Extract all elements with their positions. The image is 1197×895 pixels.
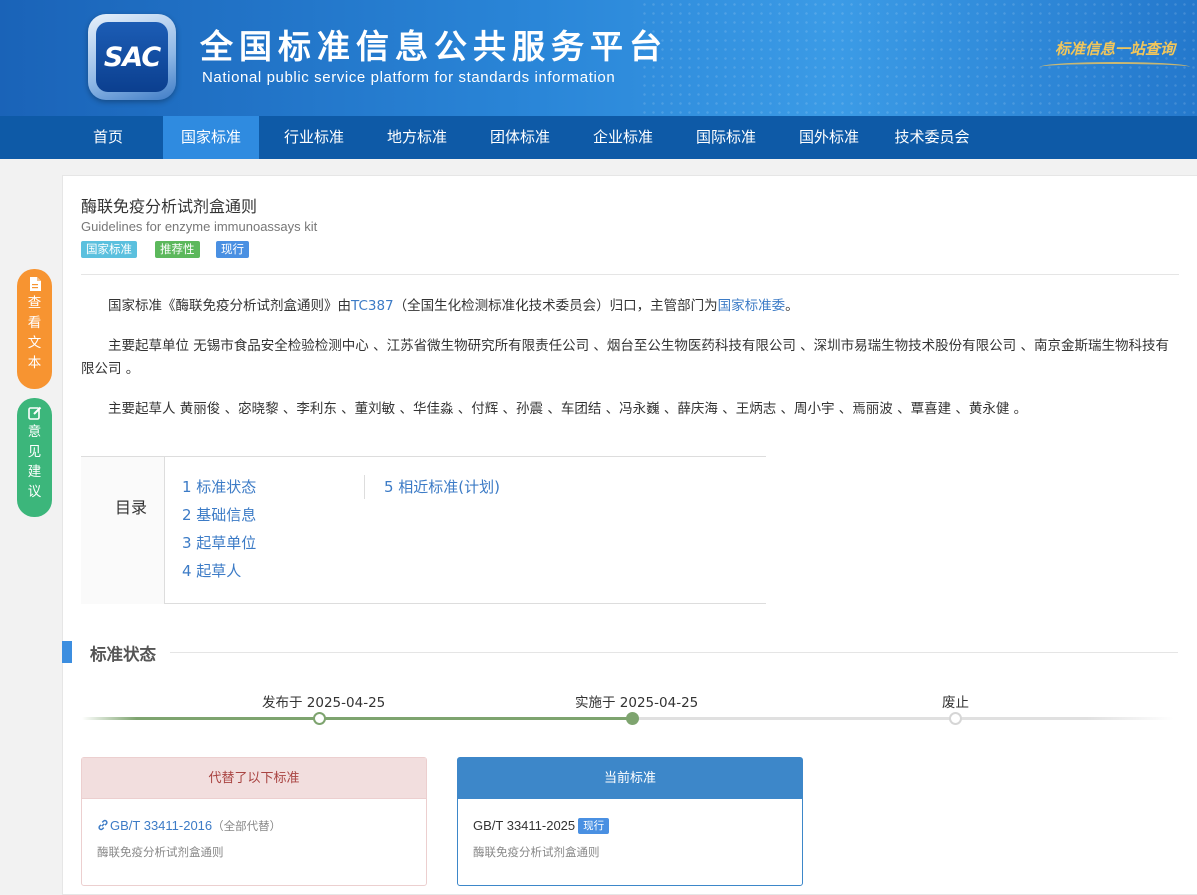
replaced-standard-name: 酶联免疫分析试剂盒通则 (97, 845, 224, 859)
main-nav: 首页 国家标准 行业标准 地方标准 团体标准 企业标准 国际标准 国外标准 技术… (0, 116, 1197, 159)
nav-item-national-standards[interactable]: 国家标准 (163, 116, 259, 159)
header-banner: SAC 全国标准信息公共服务平台 National public service… (0, 0, 1197, 116)
toc-item-drafting-units[interactable]: 3 起草单位 (182, 532, 256, 553)
drafting-units-paragraph: 主要起草单位 无锡市食品安全检验检测中心 、江苏省微生物研究所有限责任公司 、烟… (81, 338, 1169, 377)
timeline-implemented-label: 实施于 2025-04-25 (575, 695, 699, 711)
summary-middle: （全国生化检测标准化技术委员会）归口，主管部门为 (393, 298, 718, 314)
toc-item-basic-info[interactable]: 2 基础信息 (182, 504, 256, 525)
slogan-calligraphy: 标准信息一站查询 (1055, 40, 1176, 58)
section-title-status: 标准状态 (90, 645, 156, 664)
summary-suffix: 。 (785, 298, 799, 314)
current-standard-panel: 当前标准 GB/T 33411-2025 现行 酶联免疫分析试剂盒通则 (457, 757, 803, 886)
current-standard-name: 酶联免疫分析试剂盒通则 (473, 845, 600, 859)
toc-item-status[interactable]: 1 标准状态 (182, 476, 256, 497)
department-link[interactable]: 国家标准委 (718, 298, 786, 314)
toc-label-box: 目录 (81, 457, 165, 604)
feedback-label: 意见建议 (27, 424, 42, 500)
site-subtitle: National public service platform for sta… (202, 69, 616, 86)
nav-item-foreign-standards[interactable]: 国外标准 (781, 116, 877, 159)
feedback-button[interactable]: 意见建议 (17, 398, 52, 517)
nav-item-enterprise-standards[interactable]: 企业标准 (575, 116, 671, 159)
slogan-swoosh-decoration (1040, 62, 1190, 72)
toc-item-similar-standards[interactable]: 5 相近标准(计划) (384, 476, 500, 497)
summary-paragraph: 国家标准《酶联免疫分析试剂盒通则》由TC387（全国生化检测标准化技术委员会）归… (81, 295, 1179, 318)
replaced-standard-code-link[interactable]: GB/T 33411-2016 (110, 818, 212, 833)
current-standard-heading: 当前标准 (458, 758, 802, 799)
nav-item-group-standards[interactable]: 团体标准 (472, 116, 568, 159)
link-icon (98, 819, 108, 831)
current-standard-entry: GB/T 33411-2025 现行 (473, 818, 610, 834)
timeline-progress (82, 717, 628, 720)
timeline-published-label: 发布于 2025-04-25 (262, 695, 386, 711)
nav-item-international-standards[interactable]: 国际标准 (678, 116, 774, 159)
summary-prefix: 国家标准《酶联免疫分析试剂盒通则》由 (108, 298, 351, 314)
view-text-button[interactable]: 查看文本 (17, 269, 52, 389)
replaced-standards-heading: 代替了以下标准 (82, 758, 426, 799)
timeline-dot-published (313, 712, 326, 725)
nav-item-home[interactable]: 首页 (72, 116, 144, 159)
title-divider (81, 274, 1179, 275)
section-divider (170, 652, 1178, 653)
tc-link[interactable]: TC387 (351, 298, 394, 314)
current-standard-code: GB/T 33411-2025 (473, 818, 576, 833)
drafters-paragraph: 主要起草人 黄丽俊 、宓晓黎 、李利东 、董刘敏 、华佳淼 、付辉 、孙震 、车… (108, 401, 1028, 417)
toc-label: 目录 (115, 498, 148, 517)
standard-title-english: Guidelines for enzyme immunoassays kit (81, 219, 318, 234)
sac-logo-inner: SAC (96, 22, 168, 92)
replaced-standard-note: （全部代替） (212, 819, 282, 833)
toc-item-drafters[interactable]: 4 起草人 (182, 560, 241, 581)
sac-logo[interactable]: SAC (88, 14, 176, 100)
replaced-standards-panel: 代替了以下标准 GB/T 33411-2016（全部代替） 酶联免疫分析试剂盒通… (81, 757, 427, 886)
logo-text: SAC (103, 41, 161, 73)
nav-item-industry-standards[interactable]: 行业标准 (266, 116, 362, 159)
document-icon (29, 277, 41, 291)
tag-recommended: 推荐性 (155, 241, 200, 258)
nav-item-local-standards[interactable]: 地方标准 (369, 116, 465, 159)
tag-current: 现行 (216, 241, 249, 258)
section-accent-bar (62, 641, 72, 663)
table-of-contents: 目录 1 标准状态 2 基础信息 3 起草单位 4 起草人 5 相近标准(计划) (81, 456, 766, 604)
standard-title: 酶联免疫分析试剂盒通则 (81, 197, 258, 216)
view-text-label: 查看文本 (27, 295, 42, 371)
toc-column-separator (364, 475, 365, 499)
replaced-standard-entry: GB/T 33411-2016（全部代替） (97, 818, 281, 834)
timeline-dot-abolished (949, 712, 962, 725)
site-title: 全国标准信息公共服务平台 (200, 27, 668, 66)
current-standard-badge: 现行 (578, 818, 610, 834)
edit-icon (27, 406, 41, 420)
timeline-dot-implemented (626, 712, 639, 725)
timeline-abolished-label: 废止 (942, 695, 969, 711)
tag-national-standard: 国家标准 (81, 241, 137, 258)
nav-item-technical-committees[interactable]: 技术委员会 (884, 116, 980, 159)
